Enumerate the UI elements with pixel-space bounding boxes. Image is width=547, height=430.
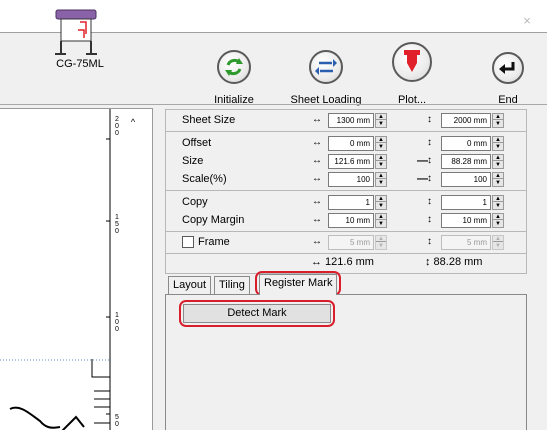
scale-h-field[interactable]: 100 bbox=[328, 172, 374, 187]
vertical-arrow-icon: ↕ bbox=[427, 155, 432, 166]
horizontal-arrow-icon: ↔ bbox=[312, 173, 322, 184]
scale-h-spinner[interactable]: ▲ ▼ bbox=[375, 172, 387, 187]
copy-margin-v-spinner[interactable]: ▲ ▼ bbox=[492, 213, 504, 228]
vertical-arrow-icon: ↕ bbox=[427, 137, 432, 148]
copy-v-spinner[interactable]: ▲ ▼ bbox=[492, 195, 504, 210]
vertical-arrow-icon: ↕ bbox=[427, 196, 432, 207]
size-label: Size bbox=[182, 155, 204, 167]
frame-v-field[interactable]: 5 mm bbox=[441, 235, 491, 250]
copy-h-spinner[interactable]: ▲ ▼ bbox=[375, 195, 387, 210]
window-close-icon[interactable]: × bbox=[520, 14, 534, 28]
offset-v-field[interactable]: 0 mm bbox=[441, 136, 491, 151]
horizontal-arrow-icon: ↔ bbox=[312, 214, 322, 225]
size-h-spinner[interactable]: ▲ ▼ bbox=[375, 154, 387, 169]
size-h-field[interactable]: 121.6 mm bbox=[328, 154, 374, 169]
copy-margin-h-field[interactable]: 10 mm bbox=[328, 213, 374, 228]
result-width-text: ↔ 121.6 mm bbox=[311, 256, 374, 268]
ruler-label-50: 50 bbox=[115, 414, 119, 428]
tab-register-mark[interactable]: Register Mark bbox=[259, 274, 338, 295]
horizontal-arrow-icon: ↔ bbox=[312, 236, 322, 247]
group-divider bbox=[165, 190, 527, 191]
sheet-size-label: Sheet Size bbox=[182, 114, 236, 126]
swap-arrows-icon bbox=[309, 50, 343, 84]
frame-h-field[interactable]: 5 mm bbox=[328, 235, 374, 250]
sheet-loading-button[interactable]: Sheet Loading bbox=[288, 32, 364, 106]
copy-margin-row: Copy Margin ↔ 10 mm ▲ ▼ ↕ 10 mm ▲ ▼ bbox=[165, 213, 527, 229]
size-v-field[interactable]: 88.28 mm bbox=[441, 154, 491, 169]
vertical-arrow-icon: ↕ bbox=[427, 173, 432, 184]
scale-row: Scale(%) ↔ 100 ▲ ▼ — ↕ 100 ▲ ▼ bbox=[165, 172, 527, 188]
copy-margin-v-field[interactable]: 10 mm bbox=[441, 213, 491, 228]
refresh-icon bbox=[217, 50, 251, 84]
frame-v-spinner[interactable]: ▲ ▼ bbox=[492, 235, 504, 250]
size-v-spinner[interactable]: ▲ ▼ bbox=[492, 154, 504, 169]
ruler-label-150: 150 bbox=[115, 214, 119, 235]
offset-label: Offset bbox=[182, 137, 212, 149]
sheet-size-h-spinner[interactable]: ▲ ▼ bbox=[375, 113, 387, 128]
copy-v-field[interactable]: 1 bbox=[441, 195, 491, 210]
scale-v-spinner[interactable]: ▲ ▼ bbox=[492, 172, 504, 187]
plot-button[interactable]: Plot... bbox=[382, 32, 442, 106]
offset-h-field[interactable]: 0 mm bbox=[328, 136, 374, 151]
copy-margin-label: Copy Margin bbox=[182, 214, 245, 226]
scale-label: Scale(%) bbox=[182, 173, 227, 185]
plotter-icon[interactable] bbox=[52, 8, 100, 56]
detect-mark-button[interactable]: Detect Mark bbox=[183, 304, 331, 323]
frame-label[interactable]: Frame bbox=[198, 236, 230, 248]
vertical-arrow-icon: ↕ bbox=[427, 236, 432, 247]
offset-row: Offset ↔ 0 mm ▲ ▼ ↕ 0 mm ▲ ▼ bbox=[165, 136, 527, 152]
plot-icon bbox=[392, 42, 432, 82]
group-divider bbox=[165, 131, 527, 132]
frame-checkbox[interactable] bbox=[182, 236, 194, 248]
end-button[interactable]: End bbox=[480, 32, 536, 106]
tab-tiling[interactable]: Tiling bbox=[214, 276, 250, 294]
scale-v-field[interactable]: 100 bbox=[441, 172, 491, 187]
sheet-size-v-spinner[interactable]: ▲ ▼ bbox=[492, 113, 504, 128]
layout-preview[interactable] bbox=[0, 108, 153, 430]
return-icon bbox=[492, 52, 524, 84]
offset-v-spinner[interactable]: ▲ ▼ bbox=[492, 136, 504, 151]
sheet-size-h-field[interactable]: 1300 mm bbox=[328, 113, 374, 128]
size-row: Size ↔ 121.6 mm ▲ ▼ — ↕ 88.28 mm ▲ ▼ bbox=[165, 154, 527, 170]
copy-row: Copy ↔ 1 ▲ ▼ ↕ 1 ▲ ▼ bbox=[165, 195, 527, 211]
toolbar-divider bbox=[0, 104, 547, 105]
tab-layout[interactable]: Layout bbox=[168, 276, 212, 294]
copy-margin-h-spinner[interactable]: ▲ ▼ bbox=[375, 213, 387, 228]
copy-h-field[interactable]: 1 bbox=[328, 195, 374, 210]
frame-row: Frame ↔ 5 mm ▲ ▼ ↕ 5 mm ▲ ▼ bbox=[165, 235, 527, 251]
device-name-label: CG-75ML bbox=[56, 58, 104, 70]
result-height-text: ↕ 88.28 mm bbox=[425, 256, 483, 268]
initialize-button[interactable]: Initialize bbox=[204, 32, 264, 106]
sheet-size-v-field[interactable]: 2000 mm bbox=[441, 113, 491, 128]
horizontal-arrow-icon: ↔ bbox=[312, 114, 322, 125]
copy-label: Copy bbox=[182, 196, 208, 208]
group-divider bbox=[165, 231, 527, 232]
vertical-arrow-icon: ↕ bbox=[427, 114, 432, 125]
frame-h-spinner[interactable]: ▲ ▼ bbox=[375, 235, 387, 250]
ruler-label-200: 200 bbox=[115, 116, 119, 137]
panel-right-edge bbox=[539, 109, 547, 430]
horizontal-arrow-icon: ↔ bbox=[312, 137, 322, 148]
scroll-up-icon[interactable]: ^ bbox=[128, 117, 138, 127]
sheet-size-row: Sheet Size ↔ 1300 mm ▲ ▼ ↕ 2000 mm ▲ ▼ bbox=[165, 113, 527, 129]
group-divider bbox=[165, 253, 527, 254]
ruler-label-100: 100 bbox=[115, 312, 119, 333]
horizontal-arrow-icon: ↔ bbox=[312, 155, 322, 166]
horizontal-arrow-icon: ↔ bbox=[312, 196, 322, 207]
offset-h-spinner[interactable]: ▲ ▼ bbox=[375, 136, 387, 151]
vertical-arrow-icon: ↕ bbox=[427, 214, 432, 225]
